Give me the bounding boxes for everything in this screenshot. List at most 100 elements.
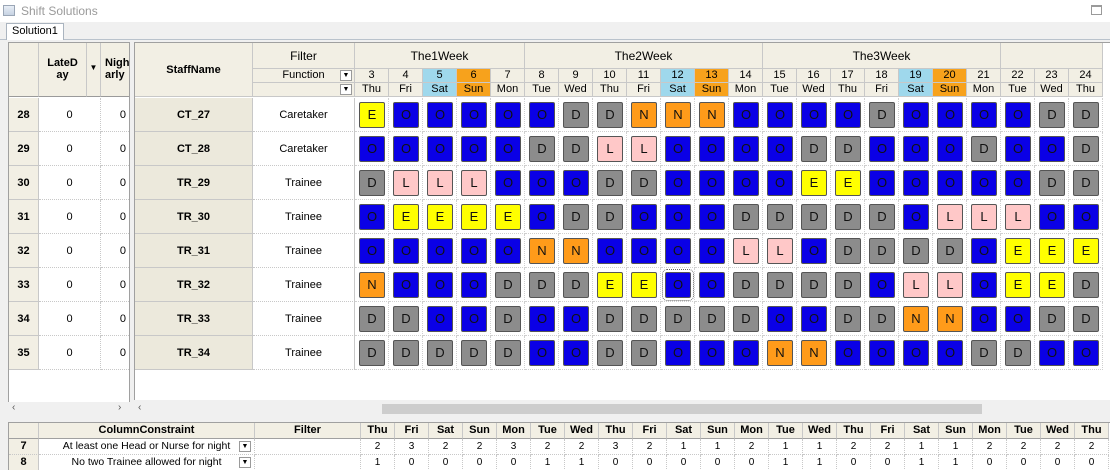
shift-cell-D[interactable]: D: [1073, 306, 1099, 332]
shift-cell-E[interactable]: E: [1039, 272, 1065, 298]
shift-cell-O[interactable]: O: [631, 238, 657, 264]
day-of-week-header[interactable]: Sat: [899, 83, 933, 97]
shift-cell-D[interactable]: D: [631, 340, 657, 366]
shift-cell-D[interactable]: D: [461, 340, 487, 366]
shift-cell-E[interactable]: E: [1039, 238, 1065, 264]
shift-cell-D[interactable]: D: [597, 306, 623, 332]
shift-cell-O[interactable]: O: [495, 238, 521, 264]
shift-cell-E[interactable]: E: [393, 204, 419, 230]
shift-cell-O[interactable]: O: [699, 340, 725, 366]
shift-cell-D[interactable]: D: [903, 238, 929, 264]
shift-cell-O[interactable]: O: [563, 170, 589, 196]
shift-cell-O[interactable]: O: [359, 238, 385, 264]
shift-cell-E[interactable]: E: [835, 170, 861, 196]
shift-cell-L[interactable]: L: [1005, 204, 1031, 230]
shift-cell-D[interactable]: D: [563, 102, 589, 128]
shift-cell-D[interactable]: D: [1073, 136, 1099, 162]
shift-cell-D[interactable]: D: [835, 136, 861, 162]
shift-cell-O[interactable]: O: [597, 238, 623, 264]
shift-cell-O[interactable]: O: [563, 340, 589, 366]
shift-cell-D[interactable]: D: [597, 204, 623, 230]
shift-cell-D[interactable]: D: [971, 340, 997, 366]
day-of-week-header[interactable]: Tue: [525, 83, 559, 97]
shift-cell-O[interactable]: O: [461, 238, 487, 264]
shift-cell-O[interactable]: O: [495, 136, 521, 162]
sort-dropdown-icon[interactable]: ▼: [87, 43, 101, 97]
day-of-week-header[interactable]: Sun: [695, 83, 729, 97]
shift-cell-O[interactable]: O: [665, 170, 691, 196]
day-number-header[interactable]: 4: [389, 69, 423, 83]
shift-cell-O[interactable]: O: [631, 204, 657, 230]
shift-cell-E[interactable]: E: [1005, 272, 1031, 298]
shift-cell-N[interactable]: N: [767, 340, 793, 366]
shift-cell-O[interactable]: O: [495, 170, 521, 196]
shift-cell-O[interactable]: O: [699, 170, 725, 196]
shift-cell-D[interactable]: D: [563, 272, 589, 298]
staff-name[interactable]: CT_28: [135, 132, 253, 166]
shift-cell-O[interactable]: O: [971, 272, 997, 298]
day-of-week-header[interactable]: Thu: [1069, 83, 1103, 97]
shift-cell-D[interactable]: D: [1073, 170, 1099, 196]
shift-cell-D[interactable]: D: [937, 238, 963, 264]
shift-cell-L[interactable]: L: [461, 170, 487, 196]
staff-name[interactable]: CT_27: [135, 98, 253, 132]
shift-cell-O[interactable]: O: [699, 272, 725, 298]
shift-cell-D[interactable]: D: [1039, 170, 1065, 196]
header-late-day[interactable]: LateD ay: [39, 43, 87, 97]
shift-cell-O[interactable]: O: [1005, 102, 1031, 128]
shift-cell-N[interactable]: N: [903, 306, 929, 332]
shift-cell-O[interactable]: O: [529, 340, 555, 366]
shift-cell-O[interactable]: O: [461, 272, 487, 298]
shift-cell-D[interactable]: D: [393, 340, 419, 366]
shift-cell-D[interactable]: D: [597, 340, 623, 366]
shift-cell-O[interactable]: O: [733, 170, 759, 196]
scrollbar-thumb[interactable]: [382, 404, 982, 414]
day-of-week-header[interactable]: Wed: [1035, 83, 1069, 97]
shift-cell-O[interactable]: O: [971, 170, 997, 196]
shift-cell-O[interactable]: O: [699, 136, 725, 162]
shift-cell-E[interactable]: E: [1073, 238, 1099, 264]
shift-cell-N[interactable]: N: [699, 102, 725, 128]
shift-cell-O[interactable]: O: [801, 102, 827, 128]
day-of-week-header[interactable]: Thu: [593, 83, 627, 97]
header-night-early[interactable]: Night arly: [101, 43, 129, 97]
shift-cell-L[interactable]: L: [597, 136, 623, 162]
shift-cell-O[interactable]: O: [662, 269, 694, 301]
shift-cell-D[interactable]: D: [359, 170, 385, 196]
shift-cell-O[interactable]: O: [903, 204, 929, 230]
shift-cell-E[interactable]: E: [359, 102, 385, 128]
day-number-header[interactable]: 13: [695, 69, 729, 83]
day-number-header[interactable]: 23: [1035, 69, 1069, 83]
staff-name[interactable]: TR_32: [135, 268, 253, 302]
shift-cell-O[interactable]: O: [835, 340, 861, 366]
shift-cell-O[interactable]: O: [767, 170, 793, 196]
shift-cell-D[interactable]: D: [359, 306, 385, 332]
scroll-right-icon[interactable]: ›: [118, 402, 121, 413]
shift-cell-O[interactable]: O: [937, 102, 963, 128]
shift-cell-O[interactable]: O: [835, 102, 861, 128]
shift-cell-N[interactable]: N: [529, 238, 555, 264]
shift-cell-N[interactable]: N: [631, 102, 657, 128]
day-number-header[interactable]: 14: [729, 69, 763, 83]
shift-cell-E[interactable]: E: [461, 204, 487, 230]
day-of-week-header[interactable]: Thu: [355, 83, 389, 97]
shift-cell-E[interactable]: E: [1005, 238, 1031, 264]
shift-cell-O[interactable]: O: [767, 306, 793, 332]
day-number-header[interactable]: 8: [525, 69, 559, 83]
day-number-header[interactable]: 22: [1001, 69, 1035, 83]
shift-cell-D[interactable]: D: [835, 272, 861, 298]
shift-cell-D[interactable]: D: [597, 170, 623, 196]
shift-cell-O[interactable]: O: [733, 340, 759, 366]
shift-cell-O[interactable]: O: [427, 102, 453, 128]
shift-cell-N[interactable]: N: [359, 272, 385, 298]
shift-cell-D[interactable]: D: [835, 204, 861, 230]
shift-cell-D[interactable]: D: [393, 306, 419, 332]
day-of-week-header[interactable]: Wed: [797, 83, 831, 97]
shift-cell-O[interactable]: O: [393, 272, 419, 298]
shift-cell-O[interactable]: O: [869, 136, 895, 162]
shift-cell-O[interactable]: O: [903, 102, 929, 128]
shift-cell-O[interactable]: O: [427, 136, 453, 162]
day-of-week-header[interactable]: Thu: [831, 83, 865, 97]
shift-cell-D[interactable]: D: [1039, 306, 1065, 332]
shift-cell-O[interactable]: O: [529, 170, 555, 196]
